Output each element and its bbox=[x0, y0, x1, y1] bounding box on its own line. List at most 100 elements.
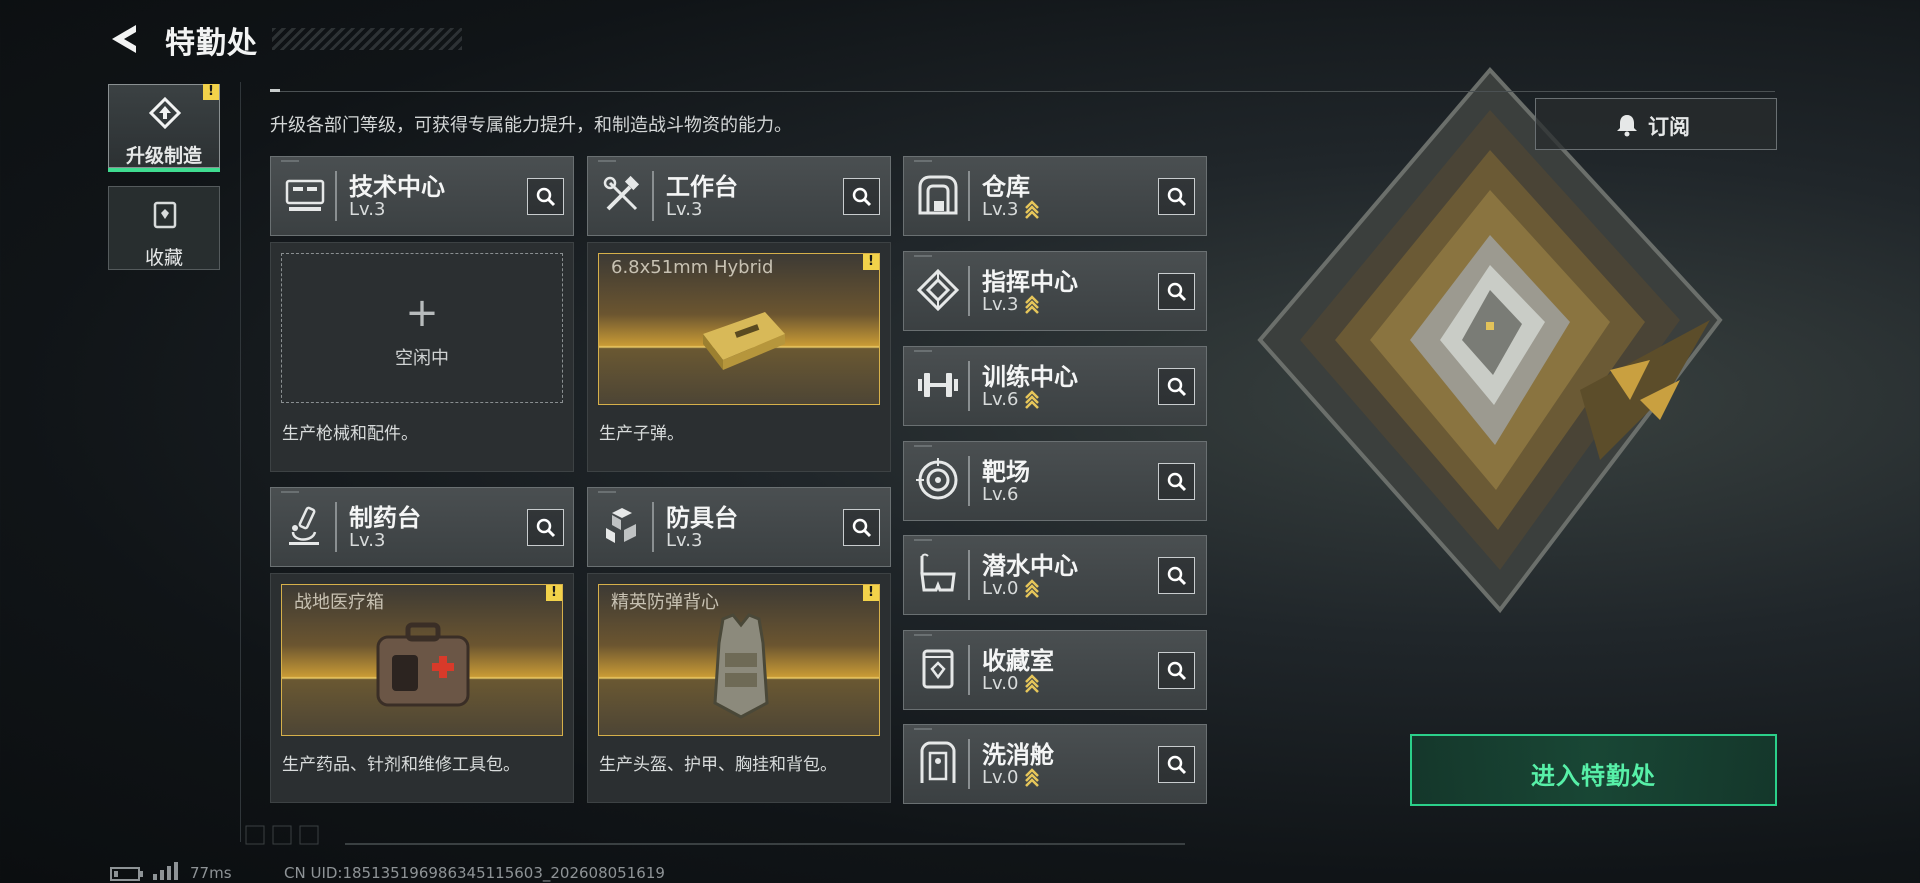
inspect-button[interactable] bbox=[1158, 463, 1195, 500]
card-corner-mark bbox=[281, 491, 299, 493]
inspect-button[interactable] bbox=[527, 178, 564, 215]
subscribe-button[interactable]: 订阅 bbox=[1535, 98, 1777, 150]
inspect-button[interactable] bbox=[527, 509, 564, 546]
search-icon bbox=[1167, 755, 1187, 775]
card-separator bbox=[652, 171, 654, 221]
card-level: Lv.3 bbox=[349, 530, 386, 551]
command-center-icon bbox=[916, 268, 960, 312]
tab-collection[interactable]: 收藏 bbox=[108, 186, 220, 270]
decon-chamber-icon bbox=[920, 741, 956, 783]
title-decoration bbox=[272, 28, 462, 50]
idle-slot[interactable]: + 空闲中 bbox=[281, 253, 563, 403]
card-name: 洗消舱 bbox=[982, 741, 1054, 769]
dumbbell-icon bbox=[918, 373, 958, 397]
armor-bench-icon bbox=[606, 508, 636, 543]
card-level: Lv.0 bbox=[982, 578, 1040, 599]
enter-special-ops-button[interactable]: 进入特勤处 bbox=[1410, 734, 1777, 806]
card-armor-bench[interactable]: 防具台 Lv.3 bbox=[587, 487, 891, 567]
card-collection-room[interactable]: 收藏室 Lv.0 bbox=[903, 630, 1207, 710]
inspect-button[interactable] bbox=[1158, 368, 1195, 405]
inspect-button[interactable] bbox=[1158, 273, 1195, 310]
card-pharmacy[interactable]: 制药台 Lv.3 bbox=[270, 487, 574, 567]
inspect-button[interactable] bbox=[843, 509, 880, 546]
card-corner-mark bbox=[914, 255, 932, 257]
card-separator bbox=[968, 739, 970, 789]
card-warehouse[interactable]: 仓库 Lv.3 bbox=[903, 156, 1207, 236]
card-name: 收藏室 bbox=[982, 647, 1054, 675]
card-name: 指挥中心 bbox=[982, 268, 1078, 296]
card-level: Lv.6 bbox=[982, 484, 1018, 505]
product-name: 战地医疗箱 bbox=[294, 592, 384, 613]
card-workbench[interactable]: 工作台 Lv.3 bbox=[587, 156, 891, 236]
card-shooting-range[interactable]: 靶场 Lv.6 bbox=[903, 441, 1207, 521]
warning-badge: ! bbox=[863, 254, 879, 270]
card-name: 潜水中心 bbox=[982, 552, 1078, 580]
product-name: 精英防弹背心 bbox=[611, 592, 719, 613]
search-icon bbox=[1167, 472, 1187, 492]
inspect-button[interactable] bbox=[1158, 746, 1195, 783]
back-arrow-icon bbox=[112, 25, 136, 53]
inspect-button[interactable] bbox=[843, 178, 880, 215]
upgrade-available-icon bbox=[1025, 768, 1040, 787]
card-level: Lv.0 bbox=[982, 673, 1040, 694]
search-icon bbox=[1167, 377, 1187, 397]
card-training-center[interactable]: 训练中心 Lv.6 bbox=[903, 346, 1207, 426]
section-description: 升级各部门等级，可获得专属能力提升，和制造战斗物资的能力。 bbox=[270, 115, 792, 136]
production-slot[interactable]: 精英防弹背心 ! bbox=[598, 584, 880, 736]
card-corner-mark bbox=[914, 445, 932, 447]
pharmacy-icon bbox=[289, 506, 319, 545]
card-name: 技术中心 bbox=[349, 173, 445, 201]
battery-icon bbox=[110, 866, 144, 883]
page-title: 特勤处 bbox=[165, 26, 258, 61]
warning-badge: ! bbox=[203, 84, 219, 100]
card-level: Lv.6 bbox=[982, 389, 1040, 410]
back-button[interactable] bbox=[108, 22, 142, 56]
uid-readout: CN UID:185135196986345115603_20260805161… bbox=[284, 864, 665, 882]
search-icon bbox=[1167, 282, 1187, 302]
card-decon-chamber[interactable]: 洗消舱 Lv.0 bbox=[903, 724, 1207, 804]
warning-badge: ! bbox=[863, 585, 879, 601]
warning-badge: ! bbox=[546, 585, 562, 601]
medical-kit-image bbox=[376, 622, 470, 707]
card-name: 制药台 bbox=[349, 504, 421, 532]
upgrade-craft-icon bbox=[149, 97, 181, 129]
card-workbench-body: 6.8x51mm Hybrid ! 生产子弹。 bbox=[587, 242, 891, 472]
level-text: Lv.3 bbox=[982, 294, 1019, 315]
card-pharmacy-body: 战地医疗箱 ! 生产药品、针剂和维修工具包。 bbox=[270, 573, 574, 803]
card-corner-mark bbox=[598, 491, 616, 493]
level-text: Lv.0 bbox=[982, 767, 1019, 788]
search-icon bbox=[852, 518, 872, 538]
card-level: Lv.3 bbox=[982, 199, 1040, 220]
level-text: Lv.0 bbox=[982, 578, 1019, 599]
upgrade-available-icon bbox=[1025, 295, 1040, 314]
production-slot[interactable]: 6.8x51mm Hybrid ! bbox=[598, 253, 880, 405]
ammo-box-image bbox=[703, 312, 785, 370]
idle-label: 空闲中 bbox=[395, 348, 449, 369]
inspect-button[interactable] bbox=[1158, 557, 1195, 594]
card-name: 防具台 bbox=[666, 504, 738, 532]
card-level: Lv.3 bbox=[982, 294, 1040, 315]
tech-center-icon bbox=[285, 179, 325, 211]
inspect-button[interactable] bbox=[1158, 178, 1195, 215]
production-slot[interactable]: 战地医疗箱 ! bbox=[281, 584, 563, 736]
body-armor-image bbox=[713, 613, 769, 719]
workbench-icon bbox=[603, 175, 640, 211]
card-description: 生产药品、针剂和维修工具包。 bbox=[282, 755, 520, 775]
card-level: Lv.3 bbox=[666, 530, 703, 551]
bell-icon bbox=[1617, 115, 1637, 137]
card-diving-center[interactable]: 潜水中心 Lv.0 bbox=[903, 535, 1207, 615]
bottom-decoration bbox=[245, 825, 325, 851]
card-command-center[interactable]: 指挥中心 Lv.3 bbox=[903, 251, 1207, 331]
card-corner-mark bbox=[914, 539, 932, 541]
card-armor-bench-body: 精英防弹背心 ! 生产头盔、护甲、胸挂和背包。 bbox=[587, 573, 891, 803]
level-text: Lv.6 bbox=[982, 389, 1019, 410]
inspect-button[interactable] bbox=[1158, 652, 1195, 689]
card-corner-mark bbox=[914, 728, 932, 730]
product-name: 6.8x51mm Hybrid bbox=[611, 257, 774, 278]
card-tech-center[interactable]: 技术中心 Lv.3 bbox=[270, 156, 574, 236]
card-separator bbox=[968, 550, 970, 600]
ping-readout: 77ms bbox=[190, 864, 232, 882]
card-description: 生产枪械和配件。 bbox=[282, 424, 418, 444]
card-separator bbox=[968, 645, 970, 695]
bottom-divider bbox=[345, 843, 1185, 845]
